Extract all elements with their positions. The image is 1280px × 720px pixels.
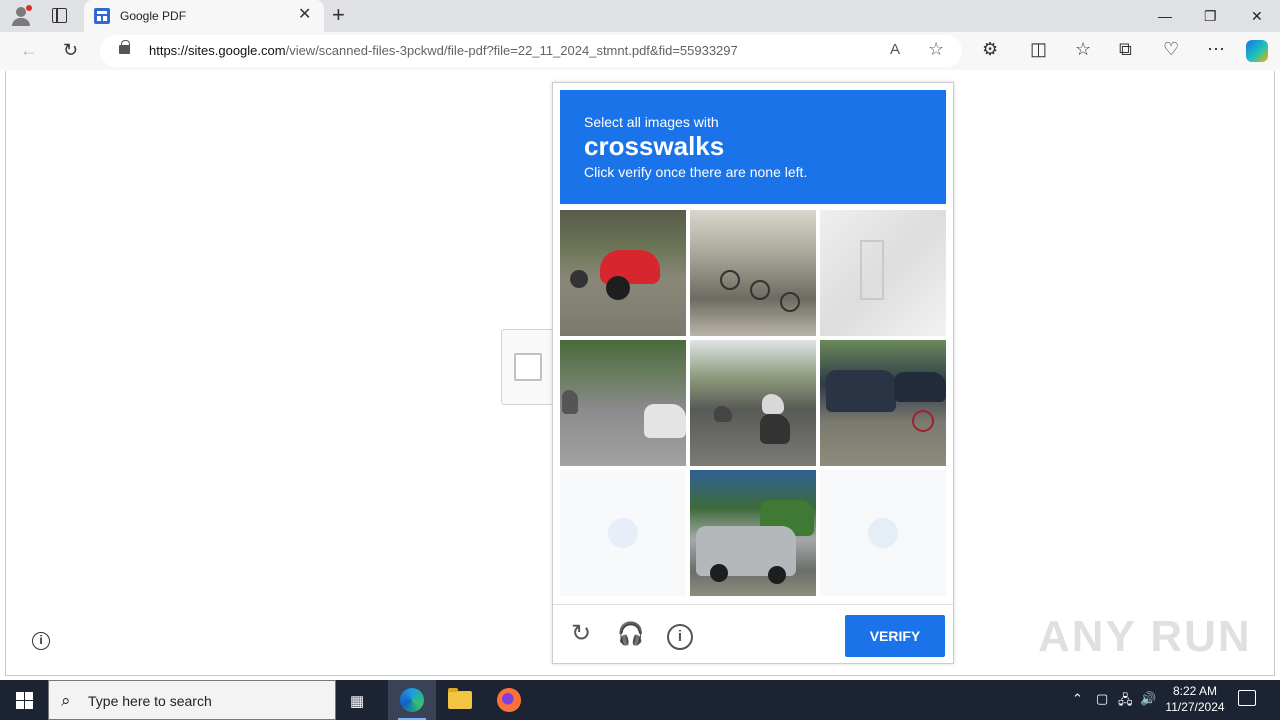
captcha-tile-blank[interactable] bbox=[820, 470, 946, 596]
file-explorer-taskbar-button[interactable] bbox=[436, 680, 484, 720]
profile-avatar-icon[interactable] bbox=[10, 5, 32, 27]
collections-icon[interactable]: ⧉ bbox=[1119, 39, 1132, 59]
tab-title: Google PDF bbox=[120, 9, 187, 23]
firefox-icon bbox=[497, 688, 521, 712]
favorites-icon[interactable]: ☆ bbox=[1075, 39, 1091, 59]
close-window-button[interactable]: ✕ bbox=[1251, 8, 1263, 25]
clock-time: 8:22 AM bbox=[1172, 684, 1218, 698]
edge-taskbar-button[interactable] bbox=[388, 680, 436, 720]
captcha-target: crosswalks bbox=[584, 131, 725, 161]
captcha-tile-road[interactable] bbox=[690, 340, 816, 466]
lock-icon[interactable] bbox=[119, 40, 130, 54]
captcha-tile-cars-cyclist[interactable] bbox=[820, 340, 946, 466]
taskbar-clock[interactable]: 8:22 AM 11/27/2024 bbox=[1160, 683, 1230, 715]
refresh-icon[interactable]: ↻ bbox=[63, 41, 78, 59]
firefox-taskbar-button[interactable] bbox=[485, 680, 533, 720]
start-button[interactable] bbox=[0, 680, 48, 720]
search-placeholder: Type here to search bbox=[88, 693, 212, 709]
tray-meet-icon[interactable]: ▢ bbox=[1096, 691, 1108, 707]
captcha-footer: ↻ 🎧 i VERIFY bbox=[553, 604, 953, 664]
captcha-tile-blank[interactable] bbox=[560, 470, 686, 596]
captcha-tile-scooter[interactable] bbox=[560, 210, 686, 336]
reload-challenge-icon[interactable]: ↻ bbox=[571, 621, 591, 647]
copilot-icon[interactable] bbox=[1246, 40, 1268, 62]
extensions-icon[interactable]: ⚙ bbox=[982, 39, 998, 59]
edge-icon bbox=[400, 688, 424, 712]
site-info-icon[interactable]: i bbox=[32, 632, 50, 650]
captcha-tile-wall[interactable] bbox=[820, 210, 946, 336]
tab-actions-icon[interactable] bbox=[52, 8, 67, 23]
task-view-button[interactable]: ▦ bbox=[336, 680, 384, 720]
read-aloud-icon[interactable]: A bbox=[890, 41, 900, 58]
network-icon[interactable]: 🖧 bbox=[1118, 691, 1133, 713]
new-tab-button[interactable]: + bbox=[332, 4, 345, 26]
folder-icon bbox=[448, 688, 472, 709]
recaptcha-checkbox[interactable] bbox=[514, 353, 542, 381]
captcha-challenge: Select all images with crosswalks Click … bbox=[552, 82, 954, 664]
back-icon[interactable]: ← bbox=[20, 41, 38, 59]
browser-essentials-icon[interactable]: ♡ bbox=[1163, 39, 1179, 59]
address-bar[interactable]: https://sites.google.com/view/scanned-fi… bbox=[100, 35, 962, 67]
restore-button[interactable]: ❐ bbox=[1204, 8, 1217, 25]
google-sites-favicon-icon bbox=[94, 8, 110, 24]
more-menu-icon[interactable]: ⋯ bbox=[1207, 39, 1225, 59]
search-icon: ⌕ bbox=[61, 691, 71, 710]
captcha-instruction: Select all images with bbox=[584, 114, 719, 130]
audio-challenge-icon[interactable]: 🎧 bbox=[617, 621, 644, 647]
captcha-tile-bicycles[interactable] bbox=[690, 210, 816, 336]
browser-title-bar: Google PDF ✕ + — ❐ ✕ bbox=[0, 0, 1280, 32]
captcha-header: Select all images with crosswalks Click … bbox=[560, 90, 946, 204]
split-screen-icon[interactable]: ◫ bbox=[1030, 39, 1047, 59]
task-view-icon: ▦ bbox=[350, 693, 365, 710]
captcha-tile-street[interactable] bbox=[560, 340, 686, 466]
tray-chevron-icon[interactable]: ⌃ bbox=[1072, 691, 1083, 707]
verify-button[interactable]: VERIFY bbox=[845, 615, 945, 657]
captcha-info-icon[interactable]: i bbox=[667, 624, 693, 650]
clock-date: 11/27/2024 bbox=[1165, 700, 1225, 714]
notification-center-icon[interactable] bbox=[1238, 690, 1256, 706]
page-content: i Select all images with crosswalks Clic… bbox=[5, 71, 1275, 676]
minimize-button[interactable]: — bbox=[1158, 8, 1172, 24]
captcha-hint: Click verify once there are none left. bbox=[584, 164, 808, 180]
volume-icon[interactable]: 🔊 bbox=[1140, 691, 1156, 707]
url-path: /view/scanned-files-3pckwd/file-pdf?file… bbox=[285, 43, 738, 58]
captcha-image-grid bbox=[560, 210, 946, 596]
tab-close-icon[interactable]: ✕ bbox=[298, 7, 311, 23]
favorite-star-icon[interactable]: ☆ bbox=[928, 39, 944, 60]
tab-google-pdf[interactable]: Google PDF ✕ bbox=[84, 0, 324, 32]
anyrun-watermark: ANY RUN bbox=[1038, 612, 1252, 661]
taskbar-search[interactable]: ⌕ Type here to search bbox=[48, 680, 336, 720]
captcha-tile-suv[interactable] bbox=[690, 470, 816, 596]
url-host: https://sites.google.com bbox=[149, 43, 286, 58]
windows-taskbar: ⌕ Type here to search ▦ ⌃ ▢ 🖧 🔊 8:22 AM … bbox=[0, 680, 1280, 720]
url-text[interactable]: https://sites.google.com/view/scanned-fi… bbox=[149, 43, 738, 58]
browser-toolbar: ← ↻ https://sites.google.com/view/scanne… bbox=[0, 32, 1280, 70]
